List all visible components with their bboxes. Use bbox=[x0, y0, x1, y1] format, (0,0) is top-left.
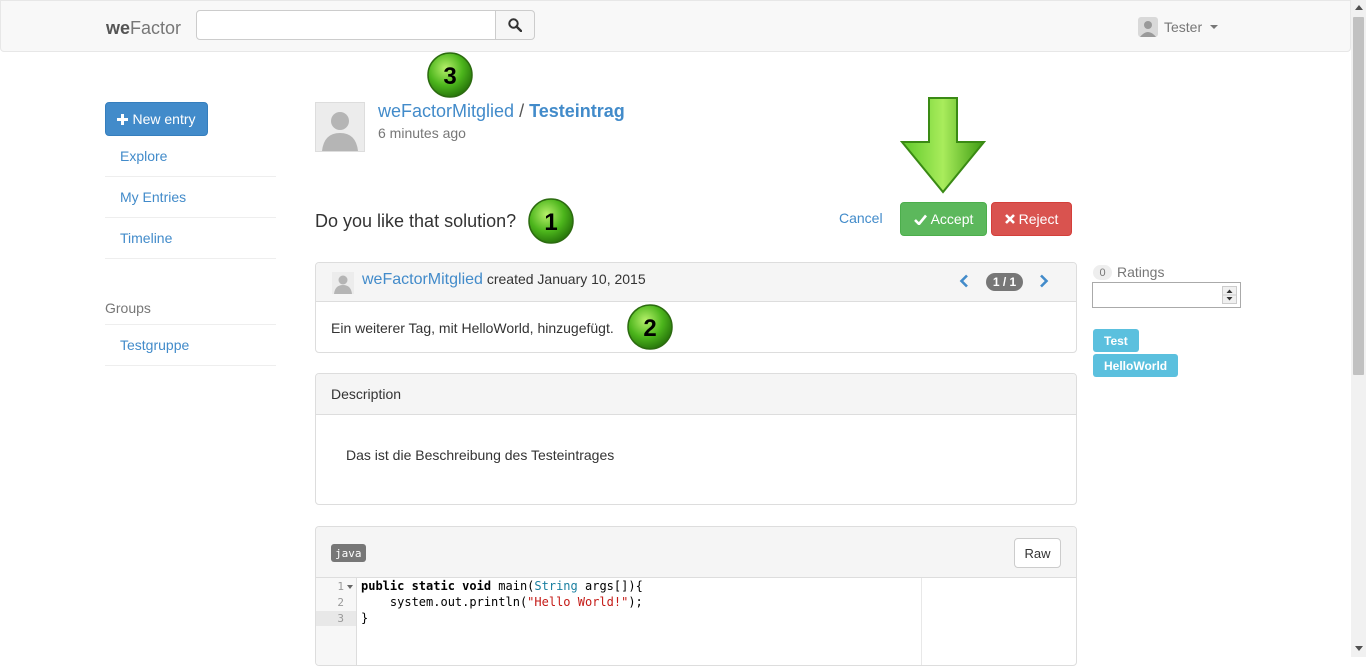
tag-test[interactable]: Test bbox=[1093, 329, 1139, 352]
description-body: Das ist die Beschreibung des Testeintrag… bbox=[346, 447, 615, 463]
line-number: 3 bbox=[337, 612, 344, 625]
user-name: Tester bbox=[1164, 19, 1203, 35]
revision-author-link[interactable]: weFactorMitglied bbox=[362, 271, 483, 288]
arrow-down-icon bbox=[900, 97, 986, 194]
rating-stepper[interactable] bbox=[1222, 286, 1237, 304]
line-number: 1 bbox=[337, 580, 344, 593]
question-text: Do you like that solution? bbox=[315, 211, 517, 231]
search-button[interactable] bbox=[495, 10, 535, 40]
reject-button[interactable]: Reject bbox=[991, 202, 1072, 236]
marker-3-badge: 3 bbox=[427, 52, 473, 98]
sidebar-item-timeline[interactable]: Timeline bbox=[105, 218, 276, 259]
sidebar-item-my-entries[interactable]: My Entries bbox=[105, 177, 276, 218]
marker-2-badge: 2 bbox=[627, 304, 673, 350]
brand-logo[interactable]: weFactor bbox=[106, 18, 181, 39]
plus-icon bbox=[117, 113, 129, 125]
user-silhouette-icon bbox=[322, 112, 358, 151]
accept-button[interactable]: Accept bbox=[900, 202, 987, 236]
revision-author-avatar bbox=[332, 272, 354, 294]
groups-heading: Groups bbox=[105, 296, 276, 325]
check-icon bbox=[913, 214, 927, 225]
rating-input[interactable] bbox=[1092, 282, 1241, 308]
cancel-link[interactable]: Cancel bbox=[839, 210, 883, 226]
language-label: java bbox=[331, 544, 366, 562]
revision-message: Ein weiterer Tag, mit HelloWorld, hinzug… bbox=[331, 320, 614, 336]
sidebar-item-explore[interactable]: Explore bbox=[105, 136, 276, 177]
chevron-left-icon[interactable] bbox=[959, 274, 969, 288]
entry-title-line: weFactorMitglied / Testeintrag bbox=[378, 101, 625, 121]
fold-arrow-icon[interactable] bbox=[347, 585, 353, 589]
tag-helloworld[interactable]: HelloWorld bbox=[1093, 354, 1179, 377]
code-header: java Raw bbox=[316, 527, 1076, 578]
svg-text:3: 3 bbox=[443, 63, 456, 90]
marker-1-badge: 1 bbox=[528, 198, 574, 244]
svg-text:1: 1 bbox=[544, 209, 557, 236]
code-line[interactable]: public static void main(String args[]){ bbox=[361, 579, 643, 593]
user-menu[interactable]: Tester bbox=[1138, 16, 1219, 38]
entry-timestamp: 6 minutes ago bbox=[378, 125, 466, 141]
ratings-label: Ratings bbox=[1117, 264, 1165, 280]
entry-author-link[interactable]: weFactorMitglied bbox=[378, 101, 514, 121]
chevron-right-icon[interactable] bbox=[1039, 274, 1049, 288]
rating-count-badge: 0 bbox=[1093, 265, 1112, 280]
scroll-up-arrow-icon[interactable] bbox=[1355, 5, 1363, 10]
sidebar-item-testgruppe[interactable]: Testgruppe bbox=[105, 325, 276, 366]
author-avatar bbox=[315, 102, 365, 152]
user-icon bbox=[1138, 17, 1158, 37]
print-margin bbox=[921, 578, 922, 665]
entry-title-link[interactable]: Testeintrag bbox=[529, 101, 625, 121]
revision-panel: weFactorMitglied created January 10, 201… bbox=[315, 262, 1077, 353]
caret-down-icon bbox=[1210, 25, 1219, 29]
raw-button[interactable]: Raw bbox=[1014, 538, 1061, 568]
navbar: weFactor Tester bbox=[0, 0, 1351, 52]
svg-text:2: 2 bbox=[643, 315, 656, 342]
code-line[interactable]: system.out.println("Hello World!"); bbox=[361, 595, 643, 609]
revision-info: weFactorMitglied created January 10, 201… bbox=[362, 271, 646, 288]
search-icon bbox=[508, 18, 522, 32]
line-number: 2 bbox=[337, 596, 344, 609]
code-line[interactable]: } bbox=[361, 611, 368, 625]
description-heading: Description bbox=[316, 374, 1076, 415]
scroll-down-arrow-icon[interactable] bbox=[1355, 646, 1363, 651]
new-entry-button[interactable]: New entry bbox=[105, 102, 208, 136]
scrollbar-thumb[interactable] bbox=[1353, 17, 1364, 375]
times-icon bbox=[1004, 214, 1015, 224]
revision-header: weFactorMitglied created January 10, 201… bbox=[316, 263, 1076, 302]
description-panel: Description Das ist die Beschreibung des… bbox=[315, 373, 1077, 505]
stepper-arrows-icon[interactable] bbox=[1223, 287, 1236, 303]
search-input[interactable] bbox=[196, 10, 496, 40]
code-panel: java Raw 1 2 3 public static void main(S… bbox=[315, 526, 1077, 666]
revision-counter: 1 / 1 bbox=[986, 273, 1023, 291]
